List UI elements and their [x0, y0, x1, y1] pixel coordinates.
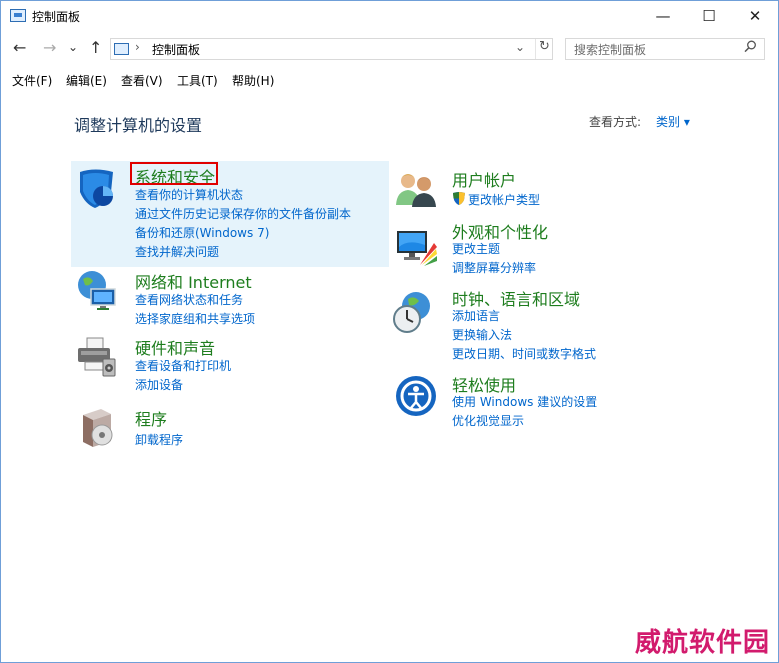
- page-title: 调整计算机的设置: [74, 116, 203, 135]
- link-screen-resolution[interactable]: 调整屏幕分辨率: [452, 259, 536, 276]
- network-globe-icon[interactable]: [75, 269, 119, 313]
- category-programs[interactable]: 程序: [135, 406, 167, 430]
- programs-icon[interactable]: [77, 405, 121, 449]
- link-change-input-method[interactable]: 更换输入法: [452, 326, 512, 343]
- link-change-date-time-format[interactable]: 更改日期、时间或数字格式: [452, 345, 596, 362]
- view-by-dropdown[interactable]: 类别 ▾: [656, 113, 690, 130]
- link-homegroup-sharing[interactable]: 选择家庭组和共享选项: [135, 310, 255, 327]
- search-box[interactable]: 搜索控制面板: [565, 38, 765, 60]
- menu-help[interactable]: 帮助(H): [232, 72, 274, 89]
- title-bar: 控制面板 — ☐ ✕: [1, 1, 778, 32]
- link-view-computer-status[interactable]: 查看你的计算机状态: [135, 186, 243, 203]
- category-hardware-sound[interactable]: 硬件和声音: [135, 335, 215, 359]
- link-add-device[interactable]: 添加设备: [135, 376, 183, 393]
- window-title: 控制面板: [32, 10, 81, 24]
- navigation-bar: ← → ⌄ ↑ › 控制面板 ⌄ ↻ 搜索控制面板: [1, 35, 778, 63]
- category-network-internet[interactable]: 网络和 Internet: [135, 269, 252, 293]
- printer-icon[interactable]: [75, 335, 119, 379]
- menu-tools[interactable]: 工具(T): [177, 72, 218, 89]
- link-change-account-type[interactable]: 更改帐户类型: [452, 191, 540, 208]
- control-panel-small-icon: [114, 43, 129, 55]
- maximize-button[interactable]: ☐: [686, 1, 732, 32]
- link-optimize-visual-display[interactable]: 优化视觉显示: [452, 412, 524, 429]
- control-panel-icon: [10, 9, 26, 22]
- refresh-icon[interactable]: ↻: [535, 39, 553, 59]
- control-panel-window: 控制面板 — ☐ ✕ ← → ⌄ ↑ › 控制面板 ⌄ ↻ 搜索控制面板 文件(…: [0, 0, 779, 663]
- highlight-box: [130, 162, 218, 185]
- link-add-language[interactable]: 添加语言: [452, 307, 500, 324]
- watermark: 威航软件园: [635, 628, 771, 658]
- search-input[interactable]: 搜索控制面板: [574, 41, 646, 58]
- menu-bar: 文件(F) 编辑(E) 查看(V) 工具(T) 帮助(H): [1, 69, 778, 91]
- recent-locations-icon[interactable]: ⌄: [68, 40, 78, 54]
- menu-edit[interactable]: 编辑(E): [66, 72, 107, 89]
- minimize-button[interactable]: —: [640, 1, 686, 32]
- address-bar[interactable]: › 控制面板 ⌄ ↻: [110, 38, 553, 60]
- link-backup-restore[interactable]: 备份和还原(Windows 7): [135, 224, 269, 241]
- ease-of-access-icon[interactable]: [394, 374, 438, 418]
- link-network-status[interactable]: 查看网络状态和任务: [135, 291, 243, 308]
- uac-shield-icon: [453, 192, 465, 205]
- appearance-icon[interactable]: [394, 225, 438, 269]
- shield-icon[interactable]: [75, 166, 119, 210]
- forward-icon[interactable]: →: [43, 38, 56, 57]
- back-icon[interactable]: ←: [13, 38, 26, 57]
- clock-globe-icon[interactable]: [392, 290, 436, 334]
- link-change-theme[interactable]: 更改主题: [452, 240, 500, 257]
- link-uninstall-program[interactable]: 卸载程序: [135, 431, 183, 448]
- chevron-right-icon[interactable]: ›: [135, 40, 140, 54]
- link-devices-printers[interactable]: 查看设备和打印机: [135, 357, 231, 374]
- link-windows-recommended-settings[interactable]: 使用 Windows 建议的设置: [452, 393, 597, 410]
- link-file-history-backup[interactable]: 通过文件历史记录保存你的文件备份副本: [135, 205, 351, 222]
- link-troubleshoot[interactable]: 查找并解决问题: [135, 243, 219, 260]
- view-by-label: 查看方式:: [589, 115, 642, 129]
- menu-file[interactable]: 文件(F): [12, 72, 52, 89]
- close-button[interactable]: ✕: [732, 1, 778, 32]
- address-text[interactable]: 控制面板: [152, 41, 200, 58]
- users-icon[interactable]: [394, 167, 438, 211]
- link-change-account-type-label[interactable]: 更改帐户类型: [468, 193, 540, 207]
- chevron-down-icon[interactable]: ⌄: [515, 40, 525, 54]
- category-user-accounts[interactable]: 用户帐户: [452, 167, 516, 191]
- up-icon[interactable]: ↑: [89, 38, 102, 57]
- menu-view[interactable]: 查看(V): [121, 72, 163, 89]
- search-icon[interactable]: [744, 40, 757, 57]
